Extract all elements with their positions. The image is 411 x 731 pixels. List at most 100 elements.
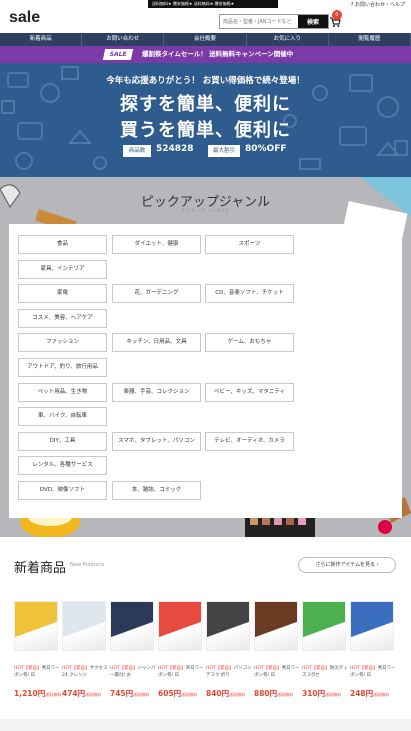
genre-button[interactable]: 車、バイク、自転車 xyxy=(18,407,107,427)
price-value: 840円 xyxy=(206,689,230,698)
hot-label: HOT【新品】 xyxy=(302,666,330,671)
genre-button[interactable]: 楽器、手芸、コレクション xyxy=(112,382,201,402)
genre-button[interactable]: キッチン、日用品、文具 xyxy=(112,333,201,353)
genre-button[interactable]: レンタル、各種サービス xyxy=(18,456,107,476)
genre-button[interactable]: 家電 xyxy=(18,284,107,304)
max-discount-label: 最大割引 xyxy=(208,145,240,157)
price-value: 745円 xyxy=(110,689,134,698)
product-image[interactable] xyxy=(254,601,298,651)
product-card[interactable]: HOT【新品】サクセス24 クレンジ 474円送料無料 xyxy=(62,601,108,699)
price-value: 248円 xyxy=(350,689,374,698)
genre-button[interactable]: 家具、インテリア xyxy=(18,259,107,279)
genre-button[interactable]: 本、雑誌、コミック xyxy=(112,481,201,500)
max-discount-value: 80%OFF xyxy=(245,144,287,154)
product-name[interactable]: HOT【新品】パソコンデスク 折り xyxy=(206,665,252,679)
genre-button[interactable]: ゲーム、おもちゃ xyxy=(205,333,294,353)
genre-button[interactable]: DVD、映像ソフト xyxy=(18,481,107,500)
product-card[interactable]: HOT【新品】秀日ワーポン券/ 日 880円送料無料 xyxy=(254,601,300,699)
product-image[interactable] xyxy=(206,601,250,651)
product-card[interactable]: HOT【新品】ジャンパー裏付/ お 745円送料無料 xyxy=(110,601,156,699)
page: 送料無料★ 爆安価格★ 送料無料★ 爆安価格★ ? お問い合わせ・ヘルプ sal… xyxy=(0,0,411,731)
product-name[interactable]: HOT【新品】秀日ワーポン券/ 日 xyxy=(350,665,396,679)
genre-button[interactable]: テレビ、オーディオ、カメラ xyxy=(205,431,294,451)
product-name[interactable]: HOT【新品】ジャンパー裏付/ お xyxy=(110,665,156,679)
product-image[interactable] xyxy=(14,601,58,651)
site-header: 送料無料★ 爆安価格★ 送料無料★ 爆安価格★ ? お問い合わせ・ヘルプ sal… xyxy=(0,0,411,33)
site-logo[interactable]: sale xyxy=(9,9,40,27)
product-card[interactable]: HOT【新品】防災グッズ 2点セ 310円送料無料 xyxy=(302,601,348,699)
nav-item-company[interactable]: 会社概要 xyxy=(164,33,247,46)
product-count-value: 524828 xyxy=(156,144,194,154)
hero-banner[interactable]: 今年も応援ありがとう！ お買い得価格で続々登場！ 探すを簡単、便利に 買うを簡単… xyxy=(0,63,411,177)
product-name[interactable]: HOT【新品】防災グッズ 2点セ xyxy=(302,665,348,679)
shipping-note: 送料無料 xyxy=(45,692,62,697)
product-name[interactable]: HOT【新品】秀日ワーポン券/ 日 xyxy=(254,665,300,679)
product-price: 840円送料無料 xyxy=(206,688,252,699)
main-nav: 新着商品 お問い合わせ 会社概要 お気に入り 閲覧履歴 xyxy=(0,33,411,46)
shipping-note: 送料無料 xyxy=(85,692,102,697)
product-card[interactable]: HOT【新品】英日ワーポン券/ 日 605円送料無料 xyxy=(158,601,204,699)
genre-button[interactable]: スポーツ xyxy=(205,235,294,254)
hot-label: HOT【新品】 xyxy=(350,666,378,671)
search-button[interactable]: 検索 xyxy=(298,15,328,28)
product-name[interactable]: HOT【新品】英日ワーポン券/ 日 xyxy=(158,665,204,679)
shipping-note: 送料無料 xyxy=(133,692,150,697)
nav-item-contact[interactable]: お問い合わせ xyxy=(82,33,165,46)
shipping-note: 送料無料 xyxy=(373,692,390,697)
genre-button[interactable]: アウトドア、釣り、旅行用品 xyxy=(18,358,107,377)
product-image[interactable] xyxy=(158,601,202,651)
nav-item-new-products[interactable]: 新着商品 xyxy=(0,33,83,46)
hero-headline-1: 探すを簡単、便利に xyxy=(120,94,291,115)
price-value: 880円 xyxy=(254,689,278,698)
genre-button[interactable]: 食品 xyxy=(18,235,107,254)
product-price: 745円送料無料 xyxy=(110,688,156,699)
shipping-note: 送料無料 xyxy=(325,692,342,697)
price-value: 474円 xyxy=(62,689,86,698)
nav-item-history[interactable]: 閲覧履歴 xyxy=(329,33,411,46)
genre-button[interactable]: コスメ、美容、ヘアケア xyxy=(18,308,107,328)
product-name[interactable]: HOT【新品】サクセス24 クレンジ xyxy=(62,665,108,679)
promo-text: 爆割祭タイムセール！ 送料無料キャンペーン開催中 xyxy=(142,50,294,58)
genre-button[interactable]: ファッション xyxy=(18,333,107,353)
genre-button[interactable]: ダイエット、健康 xyxy=(112,235,201,254)
product-price: 248円送料無料 xyxy=(350,688,396,699)
shipping-note: 送料無料 xyxy=(277,692,294,697)
hot-label: HOT【新品】 xyxy=(62,666,90,671)
product-price: 605円送料無料 xyxy=(158,688,204,699)
product-image[interactable] xyxy=(110,601,154,651)
genre-button[interactable]: CD、音楽ソフト、チケット xyxy=(205,284,294,304)
footer-strip xyxy=(0,719,411,731)
product-price: 880円送料無料 xyxy=(254,688,300,699)
genre-button[interactable]: 花、ガーデニング xyxy=(112,284,201,304)
product-image[interactable] xyxy=(62,601,106,651)
hot-label: HOT【新品】 xyxy=(254,666,282,671)
product-image[interactable] xyxy=(302,601,346,651)
hot-label: HOT【新品】 xyxy=(14,666,42,671)
product-name[interactable]: HOT【新品】秀日ワーポン券/ 日 xyxy=(14,665,60,679)
product-price: 1,210円送料無料 xyxy=(14,688,62,699)
genre-button[interactable]: スマホ、タブレット、パソコン xyxy=(112,431,201,451)
search-input[interactable] xyxy=(220,15,298,28)
product-card[interactable]: HOT【新品】秀日ワーポン券/ 日 1,210円送料無料 xyxy=(14,601,62,699)
hot-label: HOT【新品】 xyxy=(158,666,186,671)
price-value: 605円 xyxy=(158,689,182,698)
product-image[interactable] xyxy=(350,601,394,651)
genre-button[interactable]: DIY、工具 xyxy=(18,431,107,451)
hero-headline-2: 買うを簡単、便利に xyxy=(120,120,291,141)
see-more-button[interactable]: さらに新作アイテムを見る › xyxy=(298,557,396,573)
product-card[interactable]: HOT【新品】秀日ワーポン券/ 日 248円送料無料 xyxy=(350,601,396,699)
help-link[interactable]: ? お問い合わせ・ヘルプ xyxy=(351,1,405,8)
nav-item-favorites[interactable]: お気に入り xyxy=(247,33,329,46)
hot-label: HOT【新品】 xyxy=(206,666,234,671)
sale-tag: SALE xyxy=(102,49,134,60)
pickup-title: ピックアップジャンル xyxy=(140,195,271,210)
price-value: 1,210円 xyxy=(14,689,46,698)
product-count-label: 商品数 xyxy=(123,145,151,157)
announcement-ticker: 送料無料★ 爆安価格★ 送料無料★ 爆安価格★ xyxy=(148,0,278,8)
product-card[interactable]: HOT【新品】パソコンデスク 折り 840円送料無料 xyxy=(206,601,252,699)
genre-button[interactable]: ペット用品、生き物 xyxy=(18,382,107,402)
promo-banner[interactable]: SALE 爆割祭タイムセール！ 送料無料キャンペーン開催中 xyxy=(0,46,411,63)
genre-button[interactable]: ベビー、キッズ、マタニティ xyxy=(205,382,294,402)
product-price: 474円送料無料 xyxy=(62,688,108,699)
new-products-section: 新着商品 New Products さらに新作アイテムを見る › HOT【新品】… xyxy=(0,537,411,731)
